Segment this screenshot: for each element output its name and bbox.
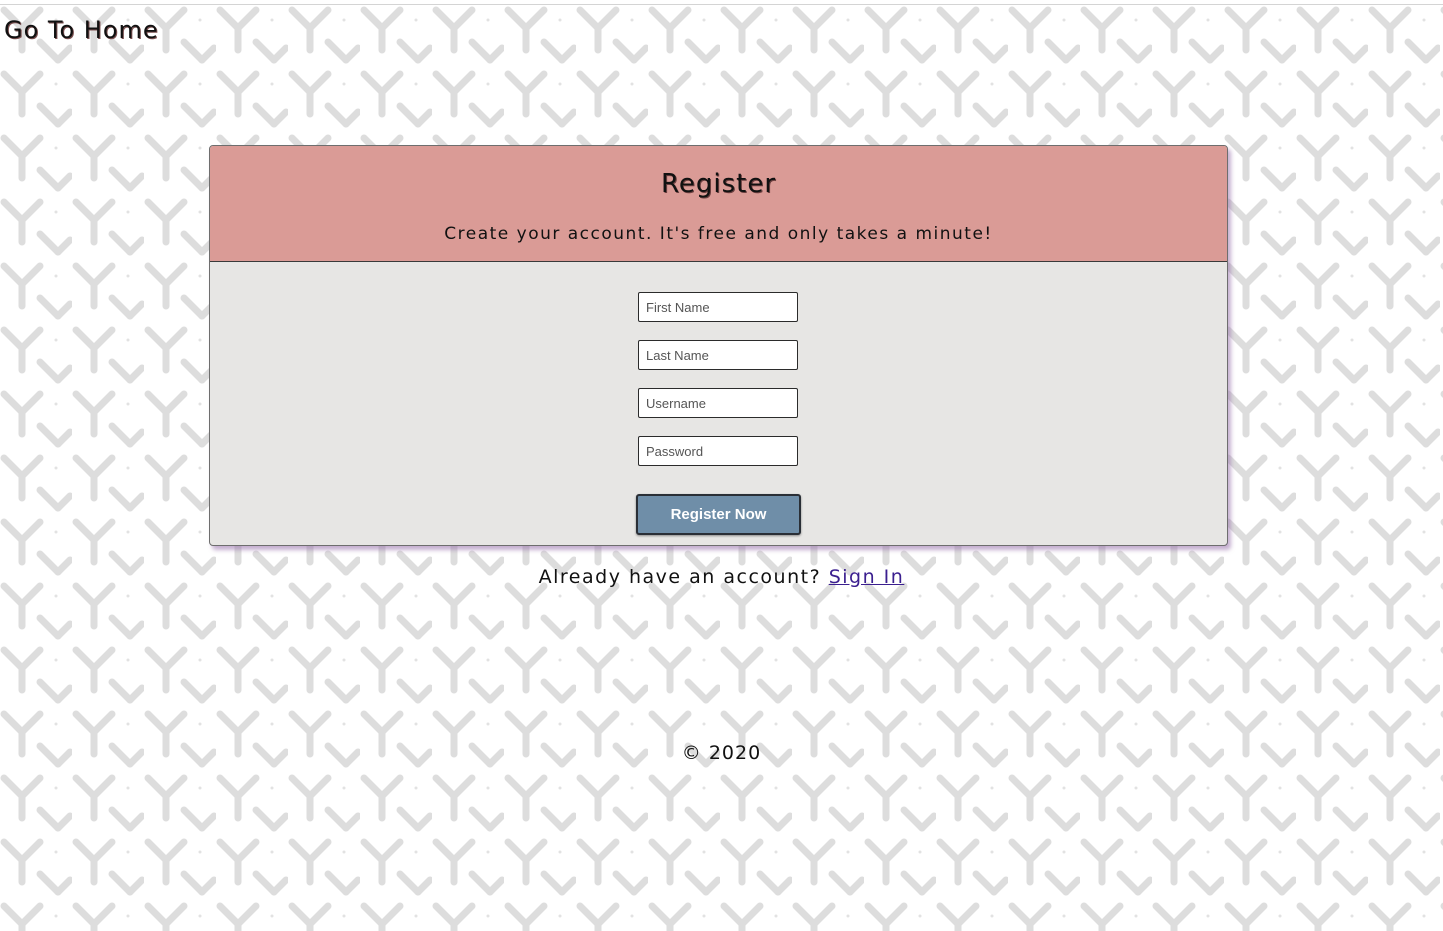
last-name-input[interactable]: [638, 340, 798, 370]
register-card-header: Register Create your account. It's free …: [210, 146, 1227, 262]
register-subtitle: Create your account. It's free and only …: [444, 224, 993, 244]
password-input[interactable]: [638, 436, 798, 466]
register-card: Register Create your account. It's free …: [209, 145, 1228, 546]
username-input[interactable]: [638, 388, 798, 418]
top-divider: [0, 4, 1443, 5]
register-title: Register: [660, 169, 777, 199]
signin-prompt-text: Already have an account?: [538, 566, 822, 588]
sign-in-link[interactable]: Sign In: [829, 566, 905, 588]
signin-prompt-row: Already have an account? Sign In: [0, 566, 1443, 588]
register-now-button[interactable]: Register Now: [636, 494, 801, 535]
go-to-home-link[interactable]: Go To Home: [4, 16, 159, 44]
first-name-input[interactable]: [638, 292, 798, 322]
copyright-text: © 2020: [681, 742, 762, 764]
